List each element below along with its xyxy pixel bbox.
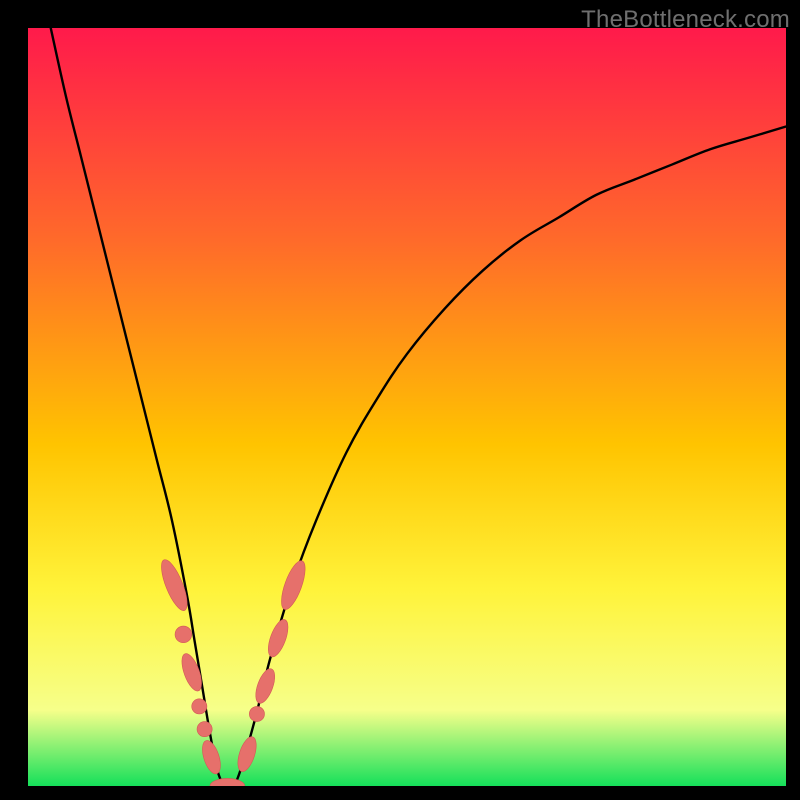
plot-area [28,28,786,786]
chart-stage: TheBottleneck.com [0,0,800,800]
curve-marker [234,735,260,774]
bottleneck-curve [51,28,786,786]
curve-layer [28,28,786,786]
curve-marker [175,626,192,643]
curve-marker [249,706,264,721]
curve-marker [210,778,245,786]
curve-marker [252,666,279,705]
curve-marker [199,738,224,776]
curve-marker [277,558,310,612]
curve-marker [156,557,192,614]
curve-marker [264,617,292,659]
curve-markers [156,557,310,786]
curve-marker [192,699,207,714]
curve-marker [197,722,212,737]
curve-marker [178,651,206,693]
